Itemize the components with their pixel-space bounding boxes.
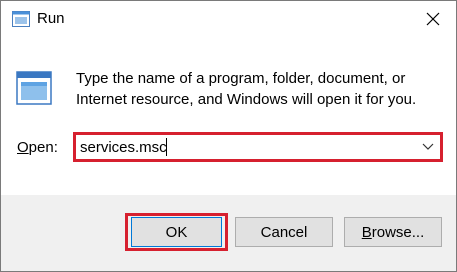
browse-accesskey: B (361, 223, 372, 241)
open-label-text: pen: (28, 139, 58, 156)
open-combobox[interactable] (73, 132, 443, 162)
run-dialog: Run Type the name of a program, folder, … (0, 0, 457, 272)
ok-button[interactable]: OK (131, 217, 222, 247)
browse-label: rowse... (371, 223, 425, 241)
button-bar: OK Cancel Browse... (1, 195, 456, 271)
run-dialog-icon (12, 11, 30, 27)
title-bar[interactable]: Run (1, 1, 456, 37)
window-title: Run (37, 10, 65, 27)
open-input[interactable] (78, 137, 400, 157)
run-description: Type the name of a program, folder, docu… (76, 70, 417, 108)
program-window-icon (16, 71, 52, 105)
open-label-accesskey: O (17, 139, 29, 156)
close-button[interactable] (410, 1, 456, 37)
close-icon (426, 12, 440, 26)
chevron-down-icon[interactable] (422, 141, 434, 151)
browse-button[interactable]: Browse... (344, 217, 442, 247)
cancel-button[interactable]: Cancel (235, 217, 333, 247)
open-label: Open: (17, 139, 58, 156)
text-caret (166, 138, 167, 156)
